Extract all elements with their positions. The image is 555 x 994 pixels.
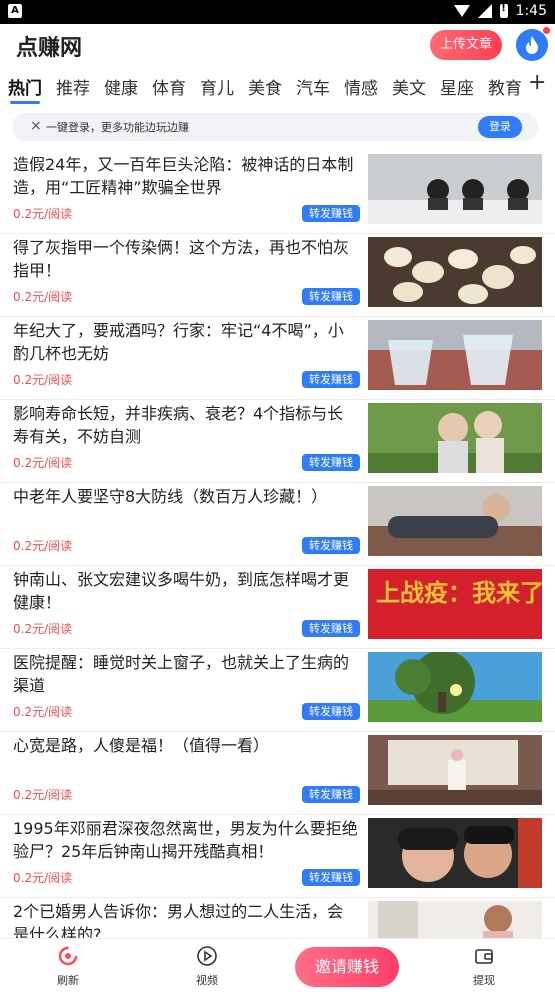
article-price: 0.2元/阅读 [13,622,73,636]
article-thumbnail[interactable] [368,237,542,307]
tab-emotion[interactable]: 情感 [344,74,378,99]
tab-hot[interactable]: 热门 [8,74,42,99]
close-icon[interactable]: × [30,118,42,134]
share-earn-button[interactable]: 转发赚钱 [302,869,360,886]
article-title[interactable]: 钟南山、张文宏建议多喝牛奶，到底怎样喝才更健康！ [13,568,358,614]
nav-withdraw-label: 提现 [473,974,495,987]
article-title[interactable]: 1995年邓丽君深夜忽然离世，男友为什么要拒绝验尸？25年后钟南山揭开残酷真相！ [13,817,358,863]
share-earn-button[interactable]: 转发赚钱 [302,703,360,720]
flame-icon [526,36,538,54]
article-title[interactable]: 得了灰指甲一个传染俩！这个方法，再也不怕灰指甲！ [13,236,358,282]
invite-earn-button[interactable]: 邀请赚钱 [295,947,399,987]
article-row[interactable]: 得了灰指甲一个传染俩！这个方法，再也不怕灰指甲！ 0.2元/阅读 转发赚钱 [0,233,555,317]
signal-icon [477,4,492,18]
share-earn-button[interactable]: 转发赚钱 [302,371,360,388]
refresh-icon [58,946,78,966]
article-price: 0.2元/阅读 [13,705,73,719]
notification-icon: A [8,4,22,18]
status-time: 1:45 [515,3,547,19]
article-thumbnail[interactable] [368,486,542,556]
article-price: 0.2元/阅读 [13,207,73,221]
article-price: 0.2元/阅读 [13,456,73,470]
active-tab-indicator [10,101,40,104]
article-price: 0.2元/阅读 [13,373,73,387]
status-icons: 1:45 [453,3,547,19]
share-earn-button[interactable]: 转发赚钱 [302,288,360,305]
article-title[interactable]: 影响寿命长短，并非疾病、衰老？4个指标与长寿有关，不妨自测 [13,402,358,448]
article-thumbnail[interactable] [368,735,542,805]
share-earn-button[interactable]: 转发赚钱 [302,620,360,637]
wallet-icon [475,949,493,964]
article-row[interactable]: 造假24年，又一百年巨头沦陷：被神话的日本制造，用“工匠精神”欺骗全世界 0.2… [0,150,555,234]
article-price: 0.2元/阅读 [13,788,73,802]
tab-education[interactable]: 教育 [488,74,522,99]
share-earn-button[interactable]: 转发赚钱 [302,205,360,222]
tab-recommend[interactable]: 推荐 [56,74,90,99]
article-row[interactable]: 中老年人要坚守8大防线（数百万人珍藏！） 0.2元/阅读 转发赚钱 [0,482,555,566]
tab-essays[interactable]: 美文 [392,74,426,99]
add-tab-button[interactable]: + [528,70,546,95]
wifi-icon [453,5,470,17]
article-row[interactable]: 1995年邓丽君深夜忽然离世，男友为什么要拒绝验尸？25年后钟南山揭开残酷真相！… [0,814,555,898]
article-title[interactable]: 中老年人要坚守8大防线（数百万人珍藏！） [13,485,358,508]
article-row[interactable]: 钟南山、张文宏建议多喝牛奶，到底怎样喝才更健康！ 0.2元/阅读 转发赚钱 上战… [0,565,555,649]
article-title[interactable]: 医院提醒：睡觉时关上窗子，也就关上了生病的渠道 [13,651,358,697]
login-banner: × 一键登录，更多功能边玩边赚 登录 [12,113,538,141]
category-tabs: 热门 推荐 健康 体育 育儿 美食 汽车 情感 美文 星座 教育 + [0,70,555,104]
share-earn-button[interactable]: 转发赚钱 [302,537,360,554]
article-title[interactable]: 心宽是路，人傻是福！（值得一看） [13,734,358,757]
bottom-navigation: 刷新 视频 邀请赚钱 提现 [0,938,555,994]
upload-article-button[interactable]: 上传文章 [430,30,502,60]
tab-horoscope[interactable]: 星座 [440,74,474,99]
battery-icon [499,3,508,18]
article-row[interactable]: 心宽是路，人傻是福！（值得一看） 0.2元/阅读 转发赚钱 [0,731,555,815]
article-price: 0.2元/阅读 [13,539,73,553]
article-thumbnail[interactable] [368,818,542,888]
article-title[interactable]: 造假24年，又一百年巨头沦陷：被神话的日本制造，用“工匠精神”欺骗全世界 [13,153,358,199]
article-price: 0.2元/阅读 [13,871,73,885]
tab-cars[interactable]: 汽车 [296,74,330,99]
tab-parenting[interactable]: 育儿 [200,74,234,99]
status-bar: A 1:45 [0,0,555,24]
tab-health[interactable]: 健康 [104,74,138,99]
nav-video[interactable]: 视频 [177,945,237,988]
tab-sports[interactable]: 体育 [152,74,186,99]
fire-button[interactable] [516,29,548,61]
video-play-icon [197,946,217,966]
article-row[interactable]: 影响寿命长短，并非疾病、衰老？4个指标与长寿有关，不妨自测 0.2元/阅读 转发… [0,399,555,483]
nav-withdraw[interactable]: 提现 [454,945,514,988]
article-title[interactable]: 年纪大了，要戒酒吗？行家：牢记“4不喝”，小酌几杯也无妨 [13,319,358,365]
share-earn-button[interactable]: 转发赚钱 [302,454,360,471]
nav-video-label: 视频 [196,974,218,987]
article-row[interactable]: 年纪大了，要戒酒吗？行家：牢记“4不喝”，小酌几杯也无妨 0.2元/阅读 转发赚… [0,316,555,400]
article-thumbnail[interactable] [368,320,542,390]
article-thumbnail[interactable] [368,154,542,224]
login-prompt-text: 一键登录，更多功能边玩边赚 [46,121,189,134]
app-title: 点赚网 [16,36,83,61]
article-thumbnail[interactable] [368,403,542,473]
article-thumbnail[interactable]: 上战疫：我来了! [368,569,542,639]
tab-food[interactable]: 美食 [248,74,282,99]
article-row[interactable]: 医院提醒：睡觉时关上窗子，也就关上了生病的渠道 0.2元/阅读 转发赚钱 [0,648,555,732]
nav-refresh-label: 刷新 [57,974,79,987]
login-button[interactable]: 登录 [478,116,522,138]
article-thumbnail[interactable] [368,652,542,722]
share-earn-button[interactable]: 转发赚钱 [302,786,360,803]
article-price: 0.2元/阅读 [13,290,73,304]
notification-dot [543,27,550,34]
nav-refresh[interactable]: 刷新 [38,945,98,988]
app-header: 点赚网 上传文章 [0,24,555,70]
thumbnail-poster-text: 上战疫：我来了! [376,579,542,607]
